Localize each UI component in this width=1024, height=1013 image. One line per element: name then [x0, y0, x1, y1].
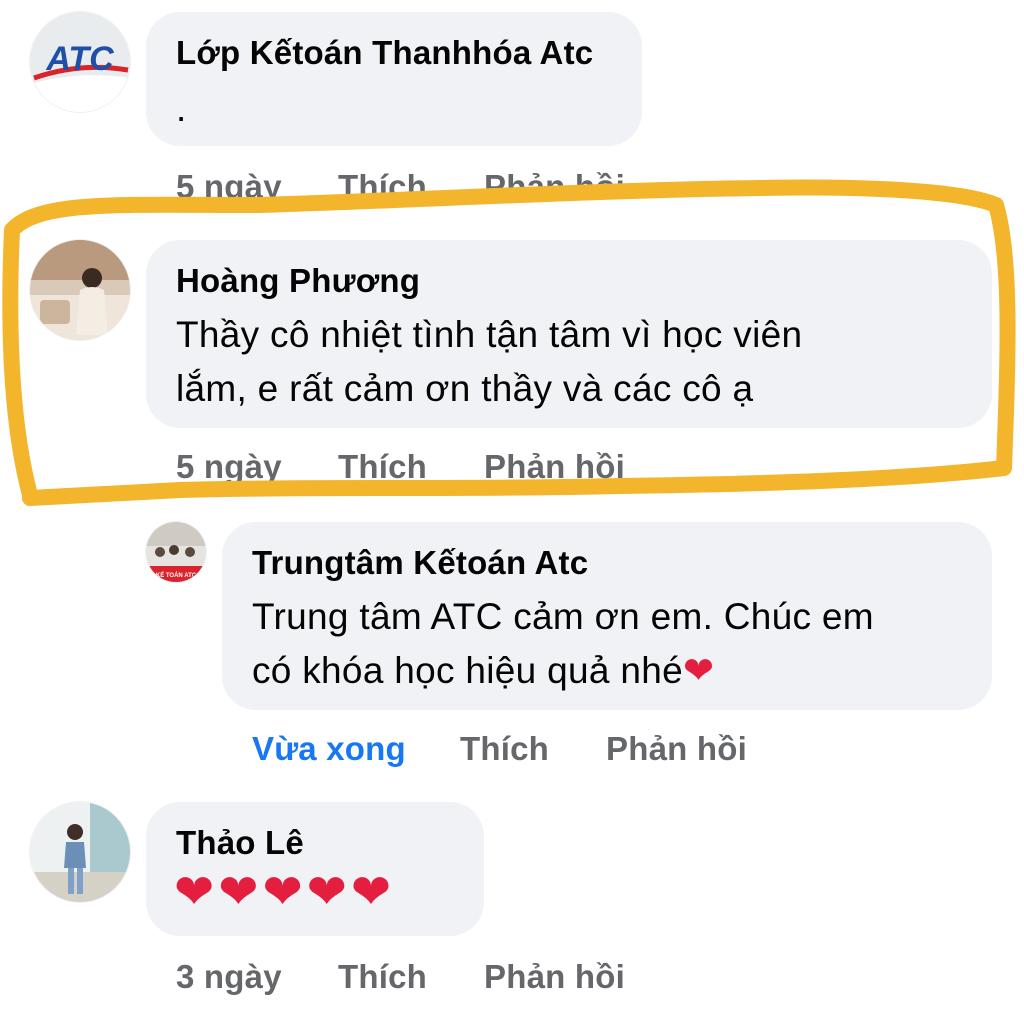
like-button[interactable]: Thích — [338, 168, 484, 206]
comment-time[interactable]: 5 ngày — [176, 168, 338, 206]
heart-emoji-icon: ❤ — [682, 650, 715, 691]
profile-photo-icon — [30, 240, 130, 340]
avatar[interactable] — [30, 240, 130, 340]
comment-author[interactable]: Lớp Kếtoán Thanhhóa Atc — [176, 34, 593, 72]
avatar[interactable]: ATC — [30, 12, 130, 112]
reply-button[interactable]: Phản hồi — [484, 448, 625, 486]
like-button[interactable]: Thích — [460, 730, 606, 768]
logo-text: KẾ TOÁN ATC — [156, 572, 197, 579]
comment-text: có khóa học hiệu quả nhé — [252, 650, 683, 691]
comment-actions: 3 ngày Thích Phản hồi — [176, 958, 625, 996]
comment-actions: 5 ngày Thích Phản hồi — [176, 448, 625, 486]
comment-text: lắm, e rất cảm ơn thầy và các cô ạ — [176, 368, 754, 409]
reply-button[interactable]: Phản hồi — [606, 730, 747, 768]
center-photo-icon: KẾ TOÁN ATC — [146, 522, 206, 582]
logo-text: ATC — [45, 40, 114, 78]
reply-button[interactable]: Phản hồi — [484, 958, 625, 996]
comment-text: Thầy cô nhiệt tình tận tâm vì học viên — [176, 314, 803, 355]
comment-bubble: Thảo Lê ❤❤❤❤❤ — [146, 802, 484, 936]
comment-author[interactable]: Hoàng Phương — [176, 262, 420, 300]
reply-bubble: Trungtâm Kếtoán Atc Trung tâm ATC cảm ơn… — [222, 522, 992, 710]
comment-text: . — [176, 88, 187, 129]
comment-actions: 5 ngày Thích Phản hồi — [176, 168, 625, 206]
comment-author[interactable]: Thảo Lê — [176, 824, 304, 862]
comment-time[interactable]: 5 ngày — [176, 448, 338, 486]
avatar[interactable]: KẾ TOÁN ATC — [146, 522, 206, 582]
heart-emoji-icon: ❤❤❤❤❤ — [174, 866, 396, 919]
avatar[interactable] — [30, 802, 130, 902]
profile-photo-icon — [30, 802, 130, 902]
comment-text-line: có khóa học hiệu quả nhé❤ — [252, 644, 714, 697]
comment-bubble: Lớp Kếtoán Thanhhóa Atc . — [146, 12, 642, 146]
comment-bubble: Hoàng Phương Thầy cô nhiệt tình tận tâm … — [146, 240, 992, 428]
reply-button[interactable]: Phản hồi — [484, 168, 625, 206]
like-button[interactable]: Thích — [338, 448, 484, 486]
comment-actions: Vừa xong Thích Phản hồi — [252, 730, 747, 768]
like-button[interactable]: Thích — [338, 958, 484, 996]
atc-logo-icon: ATC — [30, 12, 130, 112]
comment-text: Trung tâm ATC cảm ơn em. Chúc em — [252, 596, 874, 637]
comment-time[interactable]: 3 ngày — [176, 958, 338, 996]
comment-time[interactable]: Vừa xong — [252, 730, 460, 768]
comment-author[interactable]: Trungtâm Kếtoán Atc — [252, 544, 588, 582]
